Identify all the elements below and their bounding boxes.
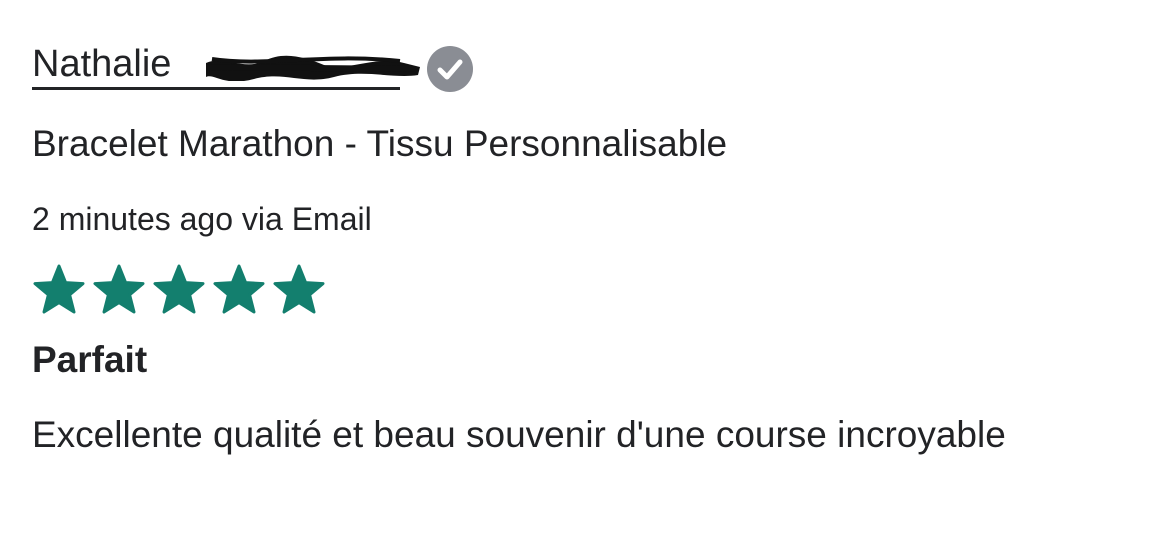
author-name-link[interactable]: Nathalie	[32, 43, 420, 90]
star-icon	[33, 264, 85, 314]
product-title: Bracelet Marathon - Tissu Personnalisabl…	[32, 123, 728, 164]
star-rating	[32, 263, 326, 317]
star-icon	[93, 264, 145, 314]
star-icon	[153, 264, 205, 314]
redaction-scribble	[206, 55, 420, 81]
verified-check-icon	[427, 46, 473, 92]
star-icon	[273, 264, 325, 314]
review-body: Excellente qualité et beau souvenir d'un…	[32, 414, 1006, 455]
star-icon	[213, 264, 265, 314]
review-meta: 2 minutes ago via Email	[32, 201, 372, 237]
author-row: Nathalie	[32, 42, 473, 92]
author-first-name: Nathalie	[32, 42, 172, 85]
review-title: Parfait	[32, 339, 148, 380]
